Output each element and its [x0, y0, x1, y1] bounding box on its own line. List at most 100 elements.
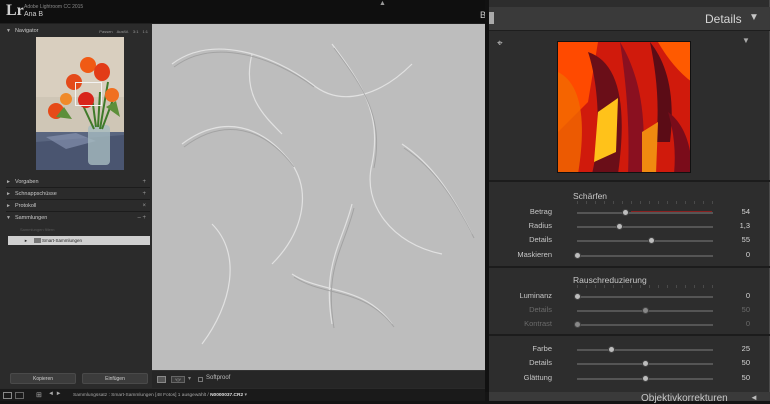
lightroom-logo: Lr	[6, 2, 24, 19]
collapse-triangle-icon[interactable]: ▼	[749, 12, 759, 23]
color-noise-details-thumb[interactable]	[641, 360, 649, 367]
before-after-view-icon[interactable]: Y|Y	[171, 376, 185, 383]
section-collections[interactable]: ▼ Sammlungen – +	[6, 213, 150, 223]
section-presets-title: Vorgaben	[14, 179, 39, 185]
divider	[6, 199, 150, 200]
color-noise-details-value[interactable]: 50	[742, 358, 750, 367]
expand-triangle-icon[interactable]: ►	[6, 191, 11, 197]
lens-corrections-header[interactable]	[489, 392, 770, 401]
sharpening-title: Schärfen	[573, 191, 608, 201]
collections-filter[interactable]: Sammlungen filtern	[20, 227, 54, 232]
sharpen-maskieren-value[interactable]: 0	[746, 250, 750, 259]
color-noise-farbe-label: Farbe	[532, 344, 552, 353]
sharpen-details-value[interactable]: 55	[742, 235, 750, 244]
view-dropdown-caret[interactable]: ▾	[188, 375, 191, 382]
sharpen-betrag-label: Betrag	[529, 207, 552, 216]
user-name: Ana B	[24, 11, 44, 18]
color-noise-glättung-slider-row: Glättung 50	[489, 372, 770, 384]
section-snapshots[interactable]: ► Schnappschüsse +	[6, 189, 150, 199]
sharpen-radius-slider-row: Radius 1,3	[489, 220, 770, 232]
color-noise-details-label: Details	[529, 358, 552, 367]
app-name: Adobe Lightroom CC 2015	[24, 4, 84, 10]
bottom-toolbar: Y|Y ▾ Softproof	[152, 370, 485, 388]
collapse-triangle-icon[interactable]: ▼	[6, 215, 11, 221]
sharpen-maskieren-track[interactable]	[577, 255, 713, 257]
noise-luminanz-track[interactable]	[577, 296, 713, 298]
secondary-display-1-icon[interactable]	[3, 392, 12, 399]
add-snapshot-icon[interactable]: +	[142, 191, 146, 197]
noise-kontrast-thumb[interactable]	[573, 321, 581, 328]
zoom-3-1[interactable]: 3:1	[133, 29, 139, 34]
tick-marks	[577, 201, 713, 204]
preview-toggle-icon[interactable]: ▼	[742, 36, 750, 45]
paste-button[interactable]: Einfügen	[82, 373, 148, 384]
collections-actions[interactable]: – +	[137, 215, 146, 221]
collection-smart-collections[interactable]: ► Smart-Sammlungen	[8, 236, 150, 245]
collection-set-icon	[34, 238, 41, 243]
divider	[6, 211, 150, 212]
noise-luminanz-value[interactable]: 0	[746, 291, 750, 300]
copy-button[interactable]: Kopieren	[10, 373, 76, 384]
section-presets[interactable]: ► Vorgaben +	[6, 177, 150, 187]
sharpen-maskieren-slider-row: Maskieren 0	[489, 249, 770, 261]
target-adjustment-icon[interactable]: ⌖	[497, 38, 503, 49]
status-dropdown[interactable]: ▾	[244, 393, 246, 398]
color-noise-glättung-value[interactable]: 50	[742, 373, 750, 382]
details-title: Details	[705, 12, 742, 26]
section-history-title: Protokoll	[14, 203, 37, 209]
zoom-1-1[interactable]: 1:1	[142, 29, 148, 34]
collection-label: Smart-Sammlungen	[42, 238, 83, 243]
color-noise-details-slider-row: Details 50	[489, 357, 770, 369]
noise-details-value[interactable]: 50	[742, 305, 750, 314]
noise-details-thumb[interactable]	[641, 307, 649, 314]
collapse-triangle-icon[interactable]: ▼	[6, 28, 11, 34]
status-filename: N0000037.CR2	[210, 393, 244, 398]
sharpen-radius-value[interactable]: 1,3	[740, 221, 750, 230]
panel-switch-icon[interactable]	[489, 12, 494, 24]
loupe-view-icon[interactable]	[157, 376, 166, 383]
color-noise-farbe-value[interactable]: 25	[742, 344, 750, 353]
sharpen-maskieren-thumb[interactable]	[573, 252, 581, 259]
noise-luminanz-slider-row: Luminanz 0	[489, 290, 770, 302]
zoom-fit[interactable]: Passen	[99, 29, 112, 34]
sharpen-betrag-value[interactable]: 54	[742, 207, 750, 216]
section-collections-title: Sammlungen	[14, 215, 48, 221]
sharpen-betrag-track[interactable]	[577, 212, 713, 214]
expand-triangle-icon[interactable]: ►	[6, 179, 11, 185]
sharpen-radius-track[interactable]	[577, 226, 713, 228]
collapse-top-panel-icon[interactable]: ▲	[379, 0, 386, 7]
navigator-title: Navigator	[14, 28, 39, 34]
add-preset-icon[interactable]: +	[142, 179, 146, 185]
softproof-checkbox[interactable]	[198, 377, 203, 382]
detail-preview-image[interactable]	[557, 41, 691, 173]
nav-arrows-icon[interactable]: ◄ ►	[48, 391, 62, 397]
expand-triangle-icon[interactable]: ►	[24, 238, 28, 243]
section-history[interactable]: ► Protokoll ×	[6, 201, 150, 211]
status-path: Sammlungssatz : Smart-Sammlungen [48 Fot…	[73, 393, 247, 398]
secondary-display-2-icon[interactable]	[15, 392, 24, 399]
expand-triangle-icon[interactable]: ►	[6, 203, 11, 209]
main-image-view[interactable]	[152, 24, 485, 370]
noise-kontrast-track[interactable]	[577, 324, 713, 326]
navigator-header[interactable]: ▼ Navigator Passen Ausfül. 3:1 1:1	[6, 26, 150, 36]
color-noise-glättung-label: Glättung	[523, 373, 552, 382]
navigator-zoom-options: Passen Ausfül. 3:1 1:1	[99, 29, 148, 34]
color-noise-glättung-thumb[interactable]	[641, 375, 649, 382]
grid-view-icon[interactable]: ⊞	[36, 391, 42, 399]
tick-marks	[577, 285, 713, 288]
noise-kontrast-value[interactable]: 0	[746, 319, 750, 328]
noise-kontrast-label: Kontrast	[524, 319, 552, 328]
navigator-focus-rect[interactable]	[75, 82, 102, 106]
sharpen-radius-thumb[interactable]	[615, 223, 623, 230]
sharpen-details-track[interactable]	[577, 240, 713, 242]
softproof-label: Softproof	[206, 375, 231, 381]
sharpen-betrag-thumb[interactable]	[622, 209, 630, 216]
color-noise-farbe-track[interactable]	[577, 349, 713, 351]
clear-history-icon[interactable]: ×	[142, 203, 146, 209]
zoom-fill[interactable]: Ausfül.	[117, 29, 129, 34]
noise-luminanz-label: Luminanz	[519, 291, 552, 300]
noise-kontrast-slider-row: Kontrast 0	[489, 318, 770, 330]
noise-luminanz-thumb[interactable]	[573, 293, 581, 300]
color-noise-farbe-thumb[interactable]	[607, 346, 615, 353]
sharpen-details-thumb[interactable]	[648, 237, 656, 244]
